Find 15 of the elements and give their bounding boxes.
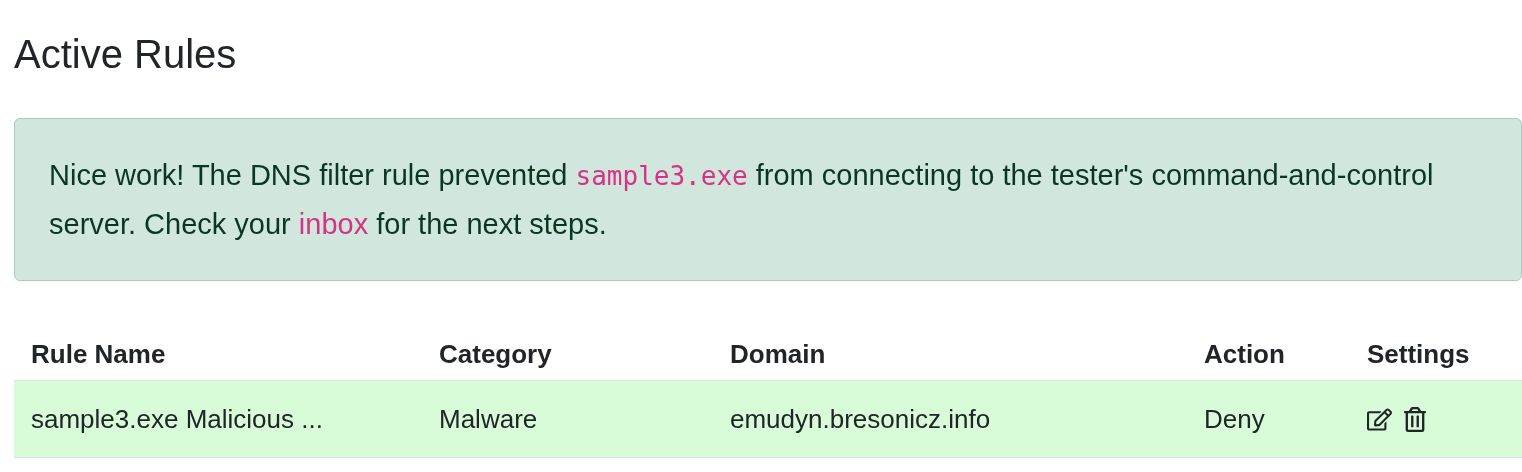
table-cell: Malware	[439, 403, 538, 434]
column-header: Settings	[1367, 339, 1470, 369]
code-snippet: sample3.exe	[575, 161, 748, 191]
edit-icon[interactable]	[1367, 406, 1392, 432]
inbox-link[interactable]: inbox	[298, 208, 369, 240]
column-header: Rule Name	[31, 339, 166, 369]
column-header: Domain	[730, 339, 826, 369]
table-cell: emudyn.bresonicz.info	[730, 403, 991, 434]
column-header: Action	[1204, 339, 1285, 369]
page-title: Active Rules	[14, 31, 237, 78]
table-cell: sample3.exe Malicious ...	[31, 403, 323, 434]
alert-message: Nice work! The DNS filter rule prevented sample3.exe from connecting to the tester's command-and-control server. Check your inbox for the next steps.	[49, 158, 1435, 242]
column-header: Category	[439, 339, 552, 369]
table-cell: Deny	[1204, 403, 1265, 434]
trash-icon[interactable]	[1404, 406, 1426, 432]
